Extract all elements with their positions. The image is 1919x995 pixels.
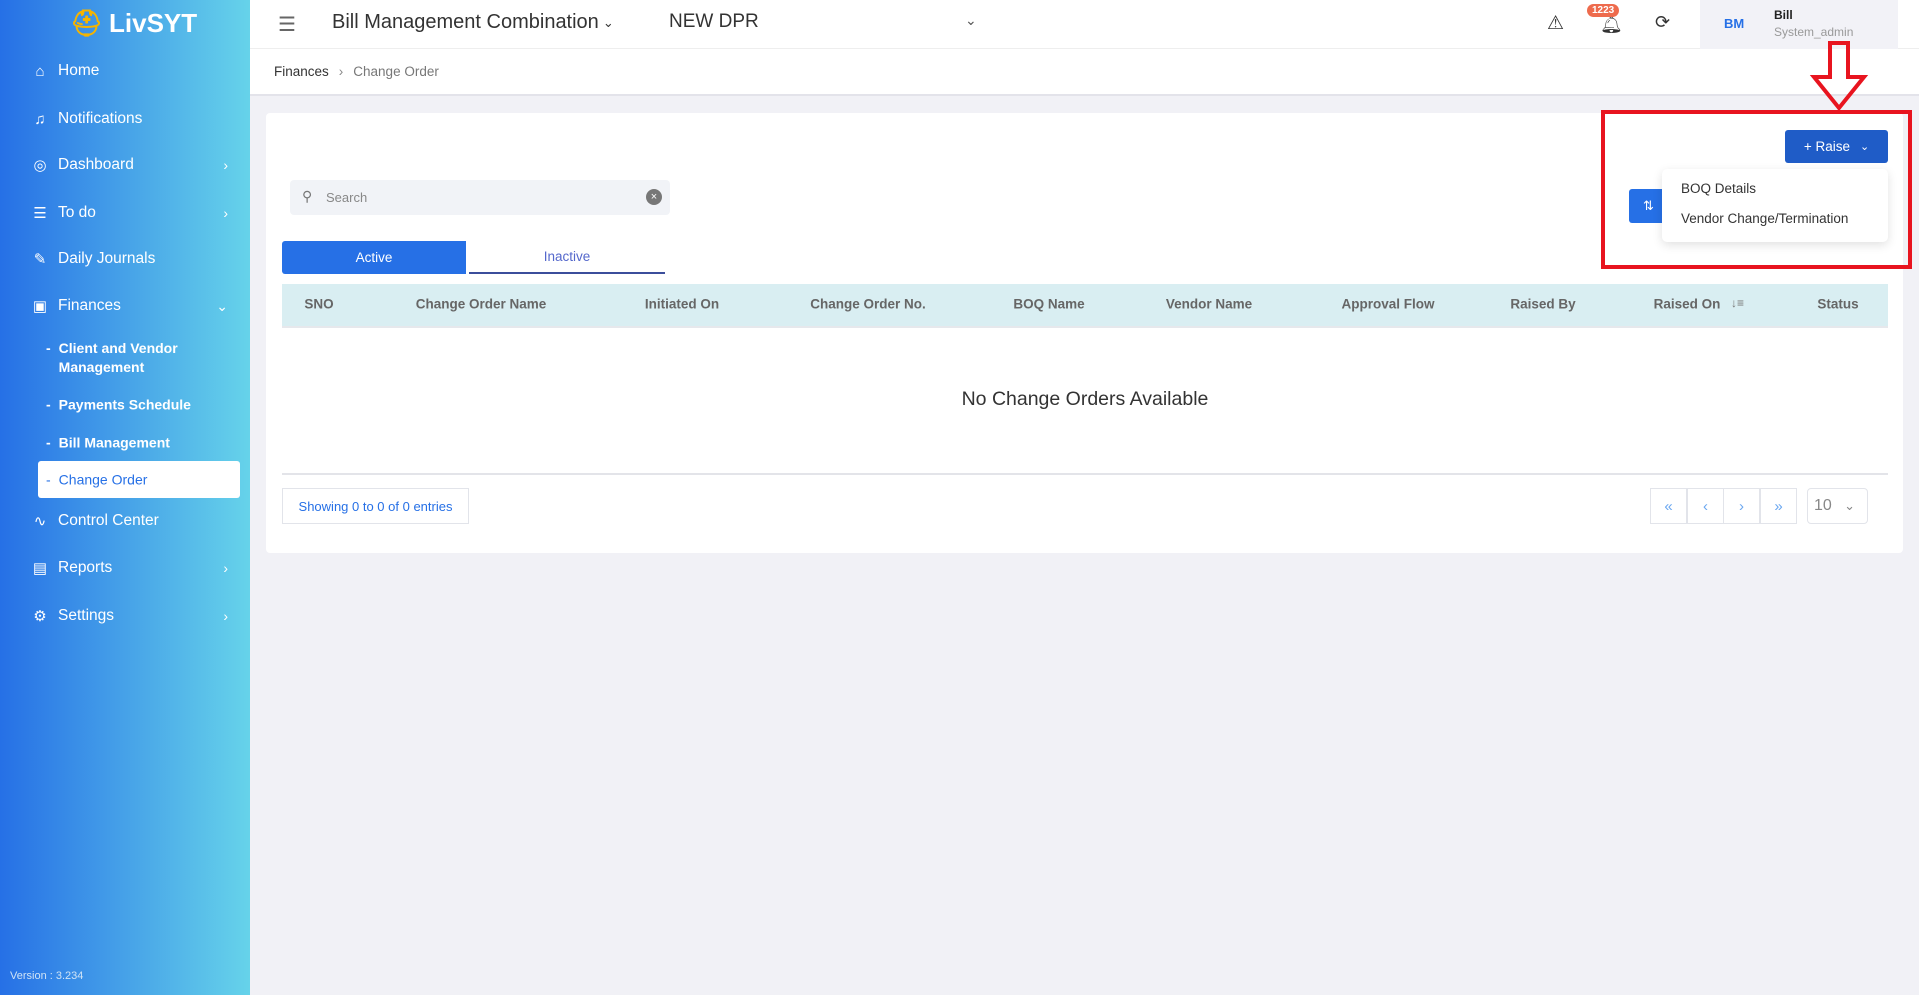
dpr-chevron-down-icon[interactable]: ⌄: [965, 12, 977, 29]
home-icon: ⌂: [35, 62, 45, 80]
logo[interactable]: ⛑ LivSYT: [70, 8, 197, 39]
entries-info: Showing 0 to 0 of 0 entries: [282, 488, 469, 524]
top-header: ☰ Bill Management Combination ⌄ NEW DPR ⌄…: [250, 0, 1919, 49]
breadcrumb-finances[interactable]: Finances: [274, 64, 329, 79]
dpr-selector[interactable]: NEW DPR: [669, 11, 759, 33]
sidebar-item-notifications[interactable]: ♫ Notifications: [28, 110, 228, 128]
chevron-right-icon: ›: [223, 157, 228, 173]
annotation-arrow-icon: [1809, 41, 1869, 112]
pulse-icon: ∿: [33, 513, 47, 530]
chevron-right-icon: ›: [223, 608, 228, 624]
warning-icon[interactable]: ⚠: [1547, 12, 1564, 35]
breadcrumb-current: Change Order: [353, 64, 439, 79]
sidebar-item-settings[interactable]: ⚙ Settings ›: [28, 607, 228, 625]
user-name: Bill: [1774, 8, 1793, 22]
column-change-order-no: Change Order No.: [810, 296, 926, 312]
annotation-highlight-box: [1601, 110, 1912, 269]
divider: [282, 473, 1888, 475]
sidebar-item-control-center[interactable]: ∿ Control Center: [28, 512, 228, 530]
sidebar: ⛑ LivSYT ⌂ Home ♫ Notifications ◎ Dashboard ›…: [0, 0, 250, 995]
chevron-down-icon: ⌄: [1844, 498, 1855, 513]
column-status: Status: [1817, 296, 1859, 312]
chevron-right-icon: ›: [223, 205, 228, 221]
chevron-right-icon: ›: [223, 560, 228, 576]
gear-icon: ⚙: [33, 608, 47, 625]
column-initiated-on: Initiated On: [644, 296, 720, 312]
sidebar-sub-bill-management[interactable]: - Bill Management: [46, 434, 170, 453]
column-vendor-name: Vendor Name: [1165, 296, 1253, 312]
sidebar-item-daily-journals[interactable]: ✎ Daily Journals: [28, 250, 228, 268]
column-change-order-name: Change Order Name: [415, 296, 547, 312]
breadcrumb: Finances › Change Order: [250, 49, 1919, 96]
money-icon: ▣: [32, 298, 48, 315]
refresh-icon[interactable]: ⟳: [1655, 12, 1670, 33]
empty-message: No Change Orders Available: [961, 388, 1209, 410]
bell-icon[interactable]: 🔔︎: [1600, 14, 1623, 35]
notification-badge: 1223: [1587, 4, 1620, 17]
prev-page-button[interactable]: ‹: [1687, 488, 1724, 524]
user-role: System_admin: [1774, 25, 1854, 39]
column-boq-name: BOQ Name: [1013, 296, 1085, 312]
search-icon: ⚲: [302, 188, 313, 204]
bell-icon: ♫: [34, 110, 46, 128]
next-page-button[interactable]: ›: [1723, 488, 1760, 524]
page-size-select[interactable]: 10 ⌄: [1807, 488, 1868, 524]
gauge-icon: ◎: [33, 157, 47, 174]
version-label: Version : 3.234: [10, 970, 84, 982]
sidebar-item-reports[interactable]: ▤ Reports ›: [28, 559, 228, 577]
column-sno: SNO: [304, 296, 334, 312]
column-raised-by: Raised By: [1510, 296, 1576, 312]
list-icon: ☰: [33, 205, 47, 222]
sidebar-sub-client-vendor[interactable]: - Client and Vendor Management: [46, 339, 226, 377]
helmet-icon: ⛑: [70, 8, 104, 38]
tab-active[interactable]: Active: [282, 241, 466, 274]
sidebar-item-home[interactable]: ⌂ Home: [28, 62, 228, 80]
clear-search-icon[interactable]: ×: [646, 189, 662, 205]
report-icon: ▤: [32, 560, 48, 577]
chevron-down-icon: ⌄: [216, 297, 228, 314]
column-approval-flow: Approval Flow: [1341, 296, 1435, 312]
project-selector[interactable]: Bill Management Combination ⌄: [332, 11, 614, 34]
avatar: BM: [1724, 16, 1745, 31]
breadcrumb-separator-icon: ›: [338, 64, 344, 79]
sidebar-item-dashboard[interactable]: ◎ Dashboard ›: [28, 156, 228, 174]
column-raised-on[interactable]: Raised On: [1654, 297, 1721, 312]
last-page-button[interactable]: »: [1760, 488, 1797, 524]
menu-toggle-icon[interactable]: ☰: [278, 12, 296, 37]
sidebar-sub-payments-schedule[interactable]: - Payments Schedule: [46, 396, 191, 415]
first-page-button[interactable]: «: [1650, 488, 1687, 524]
tab-inactive[interactable]: Inactive: [469, 241, 665, 274]
chevron-down-icon: ⌄: [602, 14, 614, 30]
sort-desc-icon[interactable]: ↓≡: [1731, 296, 1744, 310]
search-input[interactable]: ⚲ Search ×: [290, 180, 670, 215]
sidebar-item-todo[interactable]: ☰ To do ›: [28, 204, 228, 222]
pencil-icon: ✎: [33, 251, 47, 268]
sidebar-sub-change-order[interactable]: - Change Order: [46, 471, 147, 490]
sidebar-item-finances[interactable]: ▣ Finances ⌄: [28, 297, 228, 315]
